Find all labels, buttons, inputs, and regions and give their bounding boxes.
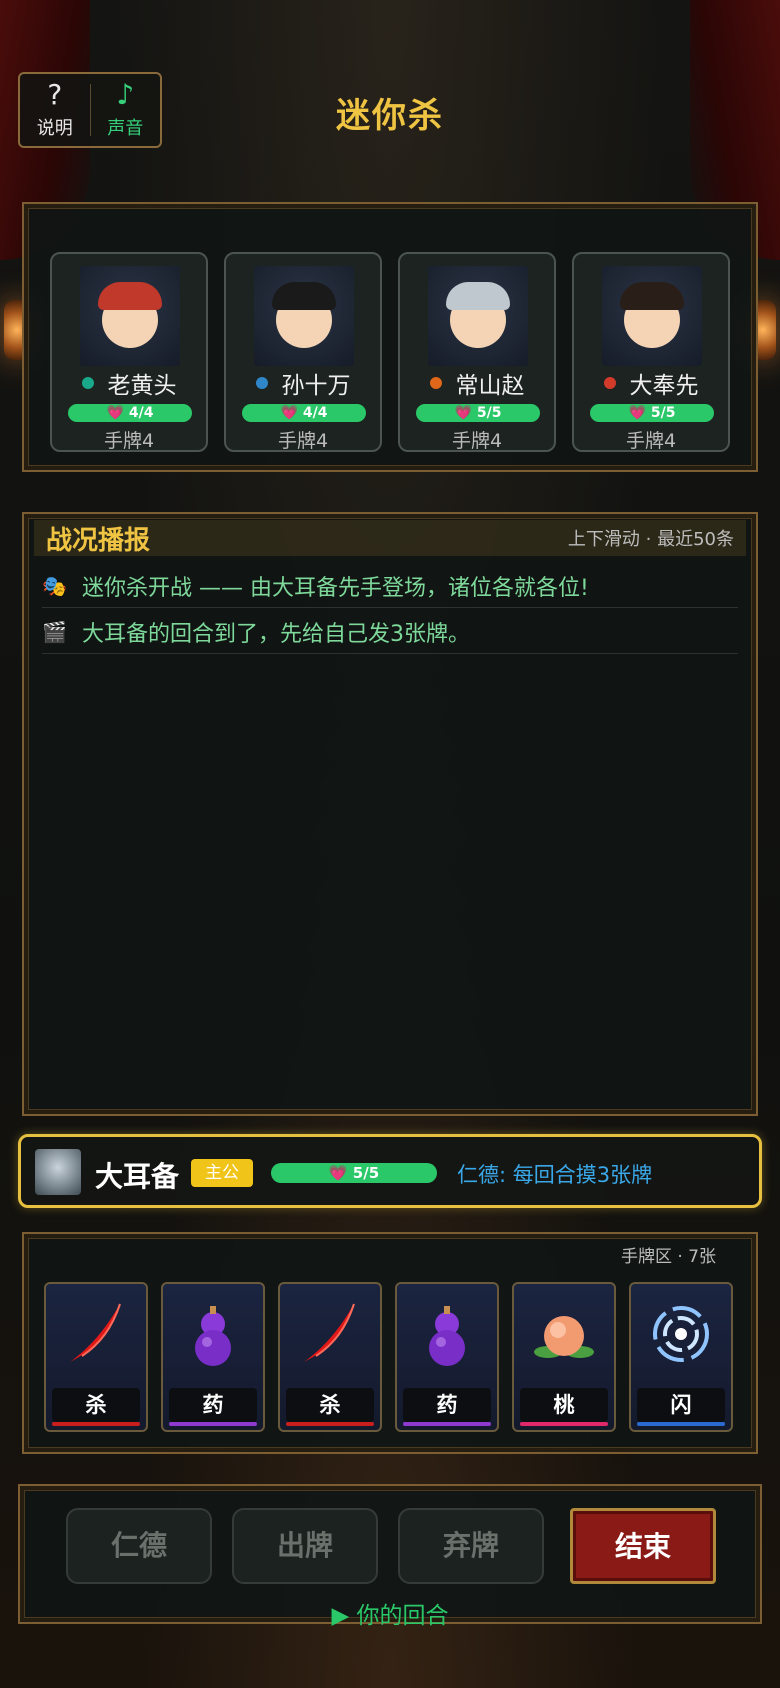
hand-card[interactable]: 杀 xyxy=(44,1282,148,1432)
player-hp-bar: 💗 5/5 xyxy=(416,404,540,422)
player-hp-bar: 💗 5/5 xyxy=(590,404,714,422)
game-title: 迷你杀 xyxy=(336,96,444,136)
slash-icon xyxy=(60,1298,132,1370)
player-card[interactable]: 大奉先 💗 5/5 手牌4 xyxy=(572,252,730,452)
player-avatar xyxy=(80,266,180,366)
heart-icon: 💗 xyxy=(106,405,124,421)
card-stripe xyxy=(403,1422,491,1426)
gourd-icon xyxy=(411,1298,483,1370)
player-card[interactable]: 老黄头 💗 4/4 手牌4 xyxy=(50,252,208,452)
player-card[interactable]: 常山赵 💗 5/5 手牌4 xyxy=(398,252,556,452)
hand-card[interactable]: 闪 xyxy=(629,1282,733,1432)
heart-icon: 💗 xyxy=(328,1164,348,1182)
card-stripe xyxy=(52,1422,140,1426)
log-entry-text: 迷你杀开战 —— 由大耳备先手登场，诸位各就各位! xyxy=(82,575,589,601)
clapper-icon: 🎬 xyxy=(42,619,67,644)
player-card[interactable]: 孙十万 💗 4/4 手牌4 xyxy=(224,252,382,452)
log-entry-text: 大耳备的回合到了，先给自己发3张牌。 xyxy=(82,621,470,647)
avatar-hair xyxy=(620,282,684,310)
role-badge: 主公 xyxy=(191,1159,253,1187)
card-label: 药 xyxy=(169,1388,257,1422)
action-bar: 仁德 出牌 弃牌 结束 ▶ 你的回合 xyxy=(18,1484,762,1629)
discard-button[interactable]: 弃牌 xyxy=(398,1508,544,1584)
hand-count: 手牌区 · 7张 xyxy=(620,1247,716,1267)
player-name-row: 常山赵 xyxy=(400,366,554,400)
end-turn-button[interactable]: 结束 xyxy=(570,1508,716,1584)
my-hp-value: 5/5 xyxy=(352,1164,380,1182)
player-hp-value: 5/5 xyxy=(650,405,676,421)
log-entry: 🎬 大耳备的回合到了，先给自己发3张牌。 xyxy=(42,610,738,654)
player-name-row: 大奉先 xyxy=(574,366,728,400)
turn-indicator: ▶ 你的回合 xyxy=(331,1603,449,1629)
card-label: 药 xyxy=(403,1388,491,1422)
avatar-hair xyxy=(272,282,336,310)
log-header: 战况播报 上下滑动 · 最近50条 xyxy=(34,520,746,556)
card-label: 杀 xyxy=(52,1388,140,1422)
player-hand-count: 手牌4 xyxy=(625,430,677,452)
player-name: 老黄头 xyxy=(107,373,177,399)
faction-dot-icon xyxy=(81,377,94,389)
hand-card[interactable]: 桃 xyxy=(512,1282,616,1432)
avatar-hair xyxy=(446,282,510,310)
swirl-icon xyxy=(645,1298,717,1370)
hand-card[interactable]: 杀 xyxy=(278,1282,382,1432)
card-stripe xyxy=(637,1422,725,1426)
player-avatar xyxy=(602,266,702,366)
player-hand-count: 手牌4 xyxy=(451,430,503,452)
card-label: 闪 xyxy=(637,1388,725,1422)
card-stripe xyxy=(520,1422,608,1426)
gourd-icon xyxy=(177,1298,249,1370)
player-name: 常山赵 xyxy=(455,373,525,399)
player-hand-count: 手牌4 xyxy=(277,430,329,452)
card-label: 杀 xyxy=(286,1388,374,1422)
my-avatar xyxy=(35,1149,81,1195)
heart-icon: 💗 xyxy=(280,405,298,421)
player-avatar xyxy=(254,266,354,366)
player-name: 大奉先 xyxy=(629,373,699,399)
log-title: 战况播报 xyxy=(46,525,151,556)
mask-icon: 🎭 xyxy=(42,573,67,598)
hand-area: 手牌区 · 7张 杀 药 杀 药 桃 闪 xyxy=(22,1232,758,1454)
faction-dot-icon xyxy=(255,377,268,389)
skill-description[interactable]: 仁德: 每回合摸3张牌 xyxy=(457,1159,652,1189)
heart-icon: 💗 xyxy=(454,405,472,421)
play-card-button[interactable]: 出牌 xyxy=(232,1508,378,1584)
player-hp-bar: 💗 4/4 xyxy=(68,404,192,422)
player-hp-value: 4/4 xyxy=(302,405,328,421)
avatar-hair xyxy=(98,282,162,310)
card-label: 桃 xyxy=(520,1388,608,1422)
log-hint: 上下滑动 · 最近50条 xyxy=(567,529,734,550)
player-hand-count: 手牌4 xyxy=(103,430,155,452)
my-name: 大耳备 xyxy=(95,1160,180,1193)
player-hp-value: 5/5 xyxy=(476,405,502,421)
player-name-row: 老黄头 xyxy=(52,366,206,400)
player-hp-bar: 💗 4/4 xyxy=(242,404,366,422)
peach-icon xyxy=(528,1298,600,1370)
player-hp-value: 4/4 xyxy=(128,405,154,421)
my-hp-bar: 💗 5/5 xyxy=(271,1163,437,1183)
hand-card[interactable]: 药 xyxy=(395,1282,499,1432)
faction-dot-icon xyxy=(603,377,616,389)
players-panel: 老黄头 💗 4/4 手牌4 孙十万 💗 4/4 手牌4 常山赵 💗 5/5 手牌… xyxy=(22,202,758,472)
card-stripe xyxy=(169,1422,257,1426)
player-name: 孙十万 xyxy=(281,373,351,399)
battle-log[interactable]: 战况播报 上下滑动 · 最近50条 🎭 迷你杀开战 —— 由大耳备先手登场，诸位… xyxy=(22,512,758,1116)
player-avatar xyxy=(428,266,528,366)
hand-card[interactable]: 药 xyxy=(161,1282,265,1432)
log-entry: 🎭 迷你杀开战 —— 由大耳备先手登场，诸位各就各位! xyxy=(42,564,738,608)
heart-icon: 💗 xyxy=(628,405,646,421)
rende-button[interactable]: 仁德 xyxy=(66,1508,212,1584)
faction-dot-icon xyxy=(429,377,442,389)
current-player-bar: 大耳备 主公 💗 5/5 仁德: 每回合摸3张牌 xyxy=(18,1134,762,1208)
player-name-row: 孙十万 xyxy=(226,366,380,400)
slash-icon xyxy=(294,1298,366,1370)
card-stripe xyxy=(286,1422,374,1426)
